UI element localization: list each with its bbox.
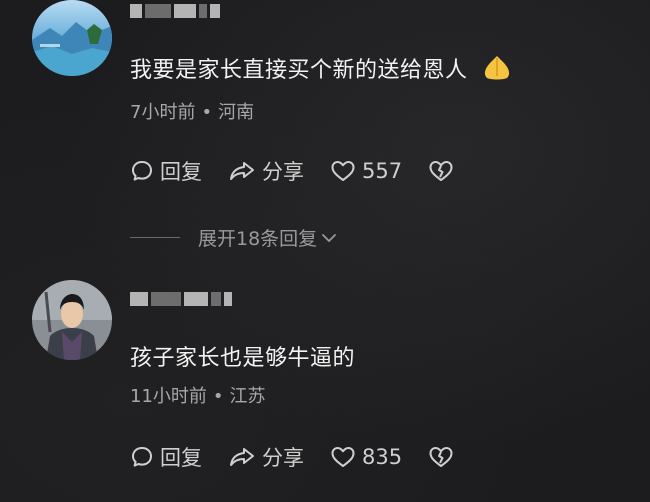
broken-heart-icon — [429, 161, 453, 181]
dislike-button[interactable] — [428, 159, 460, 183]
expand-replies-button[interactable]: 展开18条回复 — [130, 224, 339, 251]
comment-time: 11小时前 — [130, 386, 207, 407]
comment-meta: 11小时前 • 江苏 — [130, 382, 266, 408]
meta-separator: • — [201, 102, 213, 123]
comment-text: 我要是家长直接买个新的送给恩人 — [130, 52, 513, 86]
comment-actions: 回复 分享 835 — [130, 442, 486, 472]
comment-text-content: 孩子家长也是够牛逼的 — [130, 346, 356, 371]
divider-line — [130, 237, 180, 238]
share-label: 分享 — [262, 160, 304, 184]
like-button[interactable]: 557 — [330, 159, 402, 183]
avatar[interactable] — [32, 0, 112, 76]
avatar-person-image — [32, 280, 112, 360]
share-button[interactable]: 分享 — [228, 442, 304, 472]
comment-text-content: 我要是家长直接买个新的送给恩人 — [130, 58, 468, 83]
chevron-down-icon — [322, 233, 337, 242]
share-icon — [230, 162, 254, 180]
like-count: 835 — [362, 445, 403, 469]
share-button[interactable]: 分享 — [228, 156, 304, 186]
share-label: 分享 — [262, 446, 304, 470]
avatar[interactable] — [32, 280, 112, 360]
heart-icon — [331, 161, 355, 181]
like-count: 557 — [362, 159, 403, 183]
username-obscured[interactable] — [130, 288, 232, 310]
comment-icon — [132, 447, 152, 467]
comment-meta: 7小时前 • 河南 — [130, 98, 254, 124]
comment-icon — [132, 161, 152, 181]
heart-icon — [331, 447, 355, 467]
comment-location: 河南 — [218, 102, 255, 123]
praying-hands-icon — [481, 54, 513, 86]
username-obscured[interactable] — [130, 0, 220, 22]
reply-label: 回复 — [160, 446, 202, 470]
comment-location: 江苏 — [229, 386, 266, 407]
like-button[interactable]: 835 — [330, 445, 402, 469]
expand-replies-label: 展开18条回复 — [198, 228, 318, 250]
comment-text: 孩子家长也是够牛逼的 — [130, 340, 355, 372]
reply-button[interactable]: 回复 — [130, 442, 202, 472]
comment-time: 7小时前 — [130, 102, 196, 123]
reply-label: 回复 — [160, 160, 202, 184]
comment-actions: 回复 分享 557 — [130, 156, 486, 186]
dislike-button[interactable] — [428, 445, 460, 469]
reply-button[interactable]: 回复 — [130, 156, 202, 186]
avatar-landscape-image — [32, 0, 112, 76]
share-icon — [230, 448, 254, 466]
meta-separator: • — [212, 386, 224, 407]
broken-heart-icon — [429, 447, 453, 467]
